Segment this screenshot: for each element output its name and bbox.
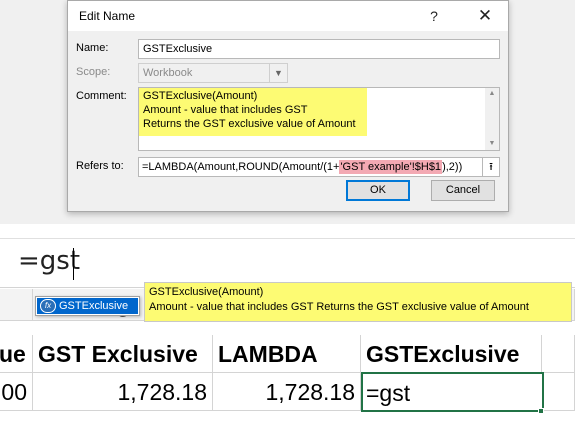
autocomplete-item-label: GSTExclusive [59,300,129,312]
refers-to-label: Refers to: [76,160,124,172]
refers-to-field[interactable]: =LAMBDA(Amount,ROUND(Amount/(1+'GST exam… [138,157,483,177]
column-header[interactable] [0,289,33,321]
tooltip-signature: GSTExclusive(Amount) [149,286,264,298]
table-cell[interactable]: 00 [0,373,33,411]
table-cell[interactable] [542,335,575,373]
ok-button[interactable]: OK [346,180,410,201]
autocomplete-item[interactable]: fx GSTExclusive [37,298,138,314]
table-cell[interactable]: 1,728.18 [213,373,361,411]
comment-line: GSTExclusive(Amount) [143,90,258,102]
name-field[interactable]: GSTExclusive [138,39,500,59]
function-icon: fx [40,299,56,313]
comment-line: Amount - value that includes GST [143,104,308,116]
table-cell[interactable] [544,373,575,411]
help-icon[interactable]: ? [423,5,445,27]
scope-value: Workbook [143,67,193,79]
dialog-title: Edit Name [79,9,136,23]
formula-bar-text: =gst [18,246,81,276]
dialog-titlebar: Edit Name ? ✕ [68,1,508,31]
active-cell[interactable]: =gst [361,372,544,412]
table-header-cell[interactable]: GST Exclusive [33,335,213,373]
scroll-down-icon[interactable]: ▼ [485,138,499,150]
function-tooltip: GSTExclusive(Amount) Amount - value that… [144,282,572,322]
scroll-up-icon[interactable]: ▲ [485,88,499,100]
comment-label: Comment: [76,90,127,102]
tooltip-description: Amount - value that includes GST Returns… [149,301,529,313]
table-cell[interactable]: 1,728.18 [33,373,213,411]
refers-suffix: ),2)) [442,161,463,173]
refers-highlight: 'GST example'!$H$1 [339,160,443,174]
comment-textarea[interactable]: GSTExclusive(Amount) Amount - value that… [138,87,500,151]
autocomplete-list: fx GSTExclusive [35,296,140,316]
formula-bar[interactable]: =gst [0,238,575,288]
scope-select: Workbook ▼ [138,63,288,83]
cancel-button[interactable]: Cancel [431,180,495,201]
text-caret [73,248,74,280]
refers-prefix: =LAMBDA(Amount,ROUND(Amount/(1+ [142,161,340,173]
comment-line: Returns the GST exclusive value of Amoun… [143,118,356,130]
close-icon[interactable]: ✕ [472,5,498,27]
table-header-cell[interactable]: ue [0,335,33,373]
chevron-down-icon: ▼ [269,64,287,82]
comment-scrollbar[interactable]: ▲ ▼ [485,88,499,150]
edit-name-dialog: Edit Name ? ✕ Name: GSTExclusive Scope: … [67,0,509,212]
collapse-dialog-icon[interactable]: ⭱ [483,157,500,177]
name-label: Name: [76,42,109,54]
scope-label: Scope: [76,66,111,78]
table-header-cell[interactable]: GSTExclusive [361,335,542,373]
table-header-cell[interactable]: LAMBDA [213,335,361,373]
